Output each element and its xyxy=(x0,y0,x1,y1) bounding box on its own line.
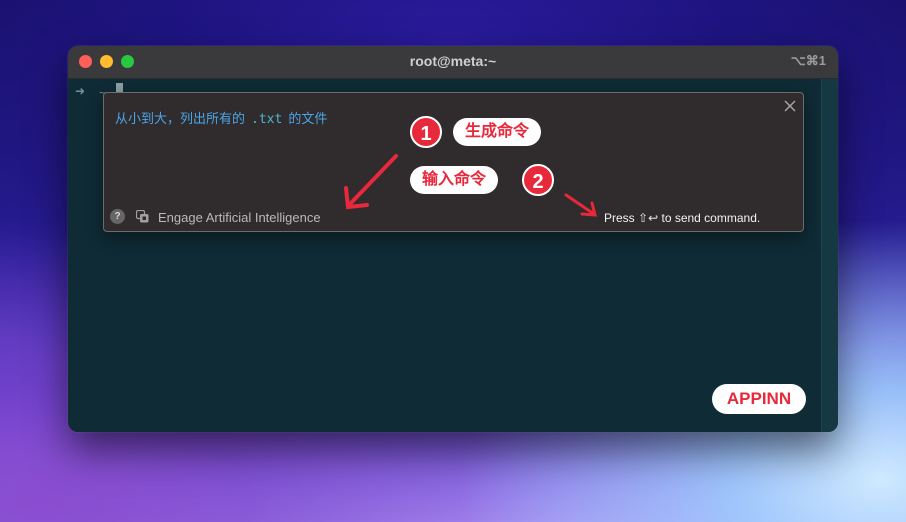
annotation-arrows xyxy=(344,154,597,217)
arrow-to-send-hint-icon xyxy=(564,193,597,217)
appinn-watermark: APPINN xyxy=(712,384,806,414)
arrow-to-engage-icon xyxy=(344,154,398,210)
